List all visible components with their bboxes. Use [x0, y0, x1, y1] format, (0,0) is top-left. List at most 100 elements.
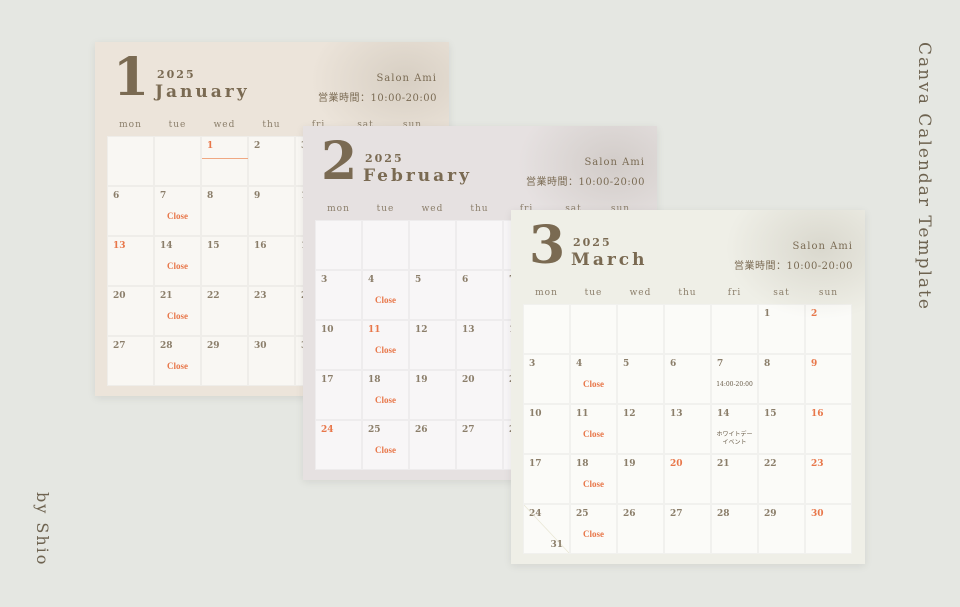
day-cell[interactable]: 5 [617, 354, 664, 404]
day-cell[interactable] [107, 136, 154, 186]
weekday-label: tue [584, 288, 603, 298]
day-cell[interactable]: 6 [107, 186, 154, 236]
day-cell[interactable]: 2 [248, 136, 295, 186]
day-cell[interactable]: 22 [758, 454, 805, 504]
close-label: Close [167, 211, 188, 221]
day-cell[interactable] [409, 220, 456, 270]
day-cell[interactable]: 26 [617, 504, 664, 554]
day-cell[interactable]: 12 [409, 320, 456, 370]
day-cell[interactable]: 26 [409, 420, 456, 470]
day-cell[interactable]: 6 [456, 270, 503, 320]
month-name: March [571, 250, 648, 270]
day-cell[interactable]: 9 [248, 186, 295, 236]
day-cell[interactable]: 20 [107, 286, 154, 336]
day-cell[interactable]: 11 Close [570, 404, 617, 454]
day-cell[interactable]: 18 Close [362, 370, 409, 420]
month-number: 2 [321, 131, 358, 192]
day-cell[interactable]: 20 [664, 454, 711, 504]
day-cell[interactable]: 8 [201, 186, 248, 236]
day-cell[interactable]: 8 [758, 354, 805, 404]
salon-name: Salon Ami [584, 157, 645, 168]
day-cell[interactable]: 27 [456, 420, 503, 470]
day-cell[interactable]: 29 [758, 504, 805, 554]
day-cell[interactable] [523, 304, 570, 354]
day-cell[interactable]: 1 [758, 304, 805, 354]
day-cell[interactable]: 1お正月休み [201, 136, 294, 186]
day-number: 20 [113, 291, 126, 301]
day-cell[interactable]: 22 [201, 286, 248, 336]
day-cell[interactable] [617, 304, 664, 354]
day-number: 1 [207, 141, 214, 151]
day-cell[interactable]: 27 [664, 504, 711, 554]
day-cell[interactable]: 17 [315, 370, 362, 420]
day-cell[interactable]: 18 Close [570, 454, 617, 504]
day-number: 13 [462, 325, 475, 335]
day-cell[interactable] [154, 136, 201, 186]
day-cell[interactable]: 10 [523, 404, 570, 454]
day-cell[interactable]: 30 [805, 504, 852, 554]
day-cell[interactable]: 30 [248, 336, 295, 386]
day-number: 25 [576, 509, 589, 519]
day-cell[interactable] [362, 220, 409, 270]
day-cell[interactable]: 29 [201, 336, 248, 386]
day-number: 15 [207, 241, 220, 251]
day-number: 29 [764, 509, 777, 519]
day-cell[interactable]: 10 [315, 320, 362, 370]
day-cell[interactable]: 25 Close [570, 504, 617, 554]
day-cell[interactable]: 5 [409, 270, 456, 320]
day-cell[interactable]: 7 14:00-20:00 [711, 354, 758, 404]
day-cell[interactable]: 3 [315, 270, 362, 320]
day-cell[interactable]: 13 [664, 404, 711, 454]
day-number: 18 [576, 459, 589, 469]
day-cell[interactable]: 21 Close [154, 286, 201, 336]
day-cell[interactable]: 7 Close [154, 186, 201, 236]
close-label: Close [583, 479, 604, 489]
day-cell[interactable] [456, 220, 503, 270]
day-cell[interactable]: 3 [523, 354, 570, 404]
day-number: 3 [321, 275, 328, 285]
day-cell[interactable]: 2 [805, 304, 852, 354]
weekday-label: mon [535, 288, 558, 298]
day-cell[interactable]: 16 [805, 404, 852, 454]
day-cell[interactable]: 28 Close [154, 336, 201, 386]
day-cell[interactable]: 2431 [523, 504, 570, 554]
weekday-label: sun [818, 288, 839, 298]
day-number: 27 [670, 509, 683, 519]
day-number: 12 [623, 409, 636, 419]
day-cell[interactable]: 19 [409, 370, 456, 420]
day-cell[interactable]: 14 Close [154, 236, 201, 286]
day-cell[interactable]: 17 [523, 454, 570, 504]
day-cell[interactable] [315, 220, 362, 270]
day-cell[interactable]: 27 [107, 336, 154, 386]
day-cell[interactable]: 28 [711, 504, 758, 554]
day-cell[interactable]: 24 [315, 420, 362, 470]
side-title: Canva Calendar Template [914, 42, 934, 311]
day-cell[interactable] [570, 304, 617, 354]
day-cell[interactable]: 16 [248, 236, 295, 286]
business-hours: 営業時間：10:00-20:00 [317, 93, 437, 104]
day-cell[interactable]: 25 Close [362, 420, 409, 470]
day-cell[interactable]: 19 [617, 454, 664, 504]
day-cell[interactable]: 15 [201, 236, 248, 286]
day-cell[interactable]: 11 Close [362, 320, 409, 370]
day-cell[interactable]: 6 [664, 354, 711, 404]
day-cell[interactable]: 9 [805, 354, 852, 404]
day-cell[interactable]: 4 Close [362, 270, 409, 320]
day-number: 11 [368, 325, 381, 335]
day-cell[interactable]: 23 [248, 286, 295, 336]
day-cell[interactable]: 15 [758, 404, 805, 454]
day-cell[interactable]: 14 ホワイトデー イベント [711, 404, 758, 454]
day-number: 18 [368, 375, 381, 385]
day-cell[interactable] [664, 304, 711, 354]
day-cell[interactable]: 12 [617, 404, 664, 454]
day-cell[interactable]: 4 Close [570, 354, 617, 404]
day-number: 17 [529, 459, 542, 469]
day-cell[interactable] [711, 304, 758, 354]
day-cell[interactable]: 13 [107, 236, 154, 286]
day-cell[interactable]: 20 [456, 370, 503, 420]
day-cell[interactable]: 13 [456, 320, 503, 370]
day-cell[interactable]: 21 [711, 454, 758, 504]
business-hours: 営業時間：10:00-20:00 [733, 261, 853, 272]
day-cell[interactable]: 23 [805, 454, 852, 504]
day-number: 7 [160, 191, 167, 201]
